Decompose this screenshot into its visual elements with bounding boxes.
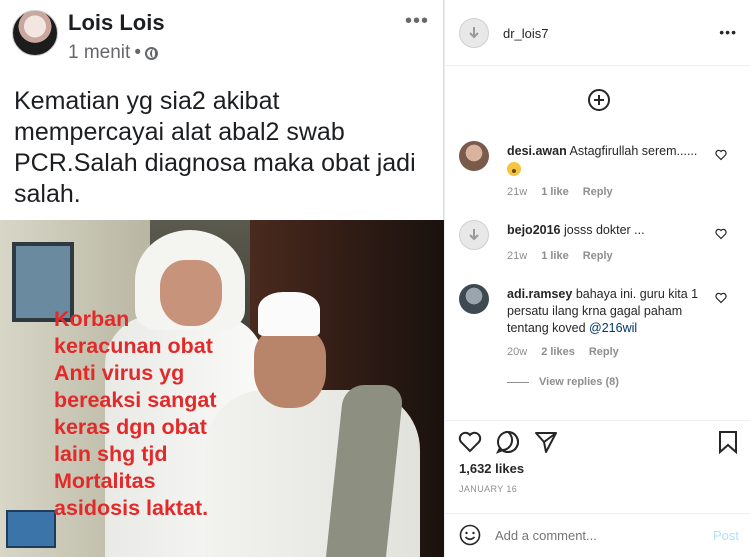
comment-text: bejo2016 josss dokter ... [507, 222, 712, 239]
emoji-smiley-icon[interactable] [459, 524, 481, 546]
download-arrow-icon [469, 27, 479, 39]
facebook-post: Lois Lois 1 menit • ••• Kematian yg sia2… [0, 0, 444, 557]
astonished-emoji-icon [507, 161, 521, 176]
likes-count[interactable]: 1,632 likes [459, 461, 524, 476]
load-more-comments-icon[interactable] [588, 89, 610, 111]
save-bookmark-icon[interactable] [715, 429, 741, 455]
meta-separator: • [134, 42, 141, 63]
like-comment-heart-icon[interactable] [715, 292, 727, 304]
photo-board [6, 510, 56, 548]
comment-text: desi.awan Astagfirullah serem...... [507, 143, 712, 177]
comment-age[interactable]: 21w [507, 250, 527, 262]
overlay-line: lain shg tjd [54, 442, 168, 466]
comment-age[interactable]: 21w [507, 186, 527, 198]
post-header: Lois Lois 1 menit • ••• [12, 6, 437, 66]
commenter-name[interactable]: adi.ramsey [507, 287, 572, 301]
commenter-avatar[interactable] [459, 220, 489, 250]
instagram-panel: dr_lois7 ••• desi.awan Astagfirullah ser… [444, 0, 750, 557]
ig-user-avatar[interactable] [459, 18, 489, 48]
comment-bubble-icon[interactable] [495, 429, 521, 455]
comment-meta: 20w 2 likes Reply [507, 346, 619, 358]
post-date: JANUARY 16 [459, 484, 518, 494]
like-heart-icon[interactable] [457, 429, 483, 455]
ig-actions-section: 1,632 likes JANUARY 16 Post [445, 420, 750, 557]
reply-button[interactable]: Reply [589, 346, 619, 358]
download-arrow-icon [469, 229, 479, 241]
commenter-avatar[interactable] [459, 284, 489, 314]
comment-likes[interactable]: 1 like [541, 186, 569, 198]
reply-button[interactable]: Reply [583, 250, 613, 262]
mention-link[interactable]: @216wil [589, 321, 637, 335]
commenter-avatar[interactable] [459, 141, 489, 171]
reply-button[interactable]: Reply [583, 186, 613, 198]
comment-meta: 21w 1 like Reply [507, 250, 613, 262]
ig-header: dr_lois7 ••• [445, 0, 750, 66]
comment-likes[interactable]: 1 like [541, 250, 569, 262]
overlay-line: asidosis laktat. [54, 496, 209, 520]
comment-body: josss dokter ... [564, 223, 645, 237]
add-comment-input[interactable] [495, 528, 695, 543]
post-text: Kematian yg sia2 akibat mempercayai alat… [14, 87, 416, 208]
more-options-icon[interactable]: ••• [405, 10, 429, 33]
comment-likes[interactable]: 2 likes [541, 346, 575, 358]
comment-item: bejo2016 josss dokter ... 21w 1 like Rep… [459, 220, 749, 270]
overlay-line: keracunan obat [54, 334, 213, 358]
overlay-line: bereaksi sangat [54, 388, 217, 412]
comment-item: desi.awan Astagfirullah serem...... 21w … [459, 141, 749, 201]
like-comment-heart-icon[interactable] [715, 228, 727, 240]
view-replies-button[interactable]: View replies (8) [507, 376, 619, 388]
overlay-line: Anti virus yg [54, 361, 185, 385]
image-overlay-text: Korban keracunan obat Anti virus yg bere… [54, 306, 314, 522]
comment-age[interactable]: 20w [507, 346, 527, 358]
comment-meta: 21w 1 like Reply [507, 186, 613, 198]
overlay-line: Mortalitas [54, 469, 156, 493]
post-comment-button[interactable]: Post [713, 528, 739, 543]
ig-more-icon[interactable]: ••• [719, 24, 737, 40]
view-replies-label: View replies (8) [539, 376, 619, 388]
author-name[interactable]: Lois Lois [68, 10, 165, 36]
comment-text: adi.ramsey bahaya ini. guru kita 1 persa… [507, 286, 712, 337]
overlay-line: keras dgn obat [54, 415, 207, 439]
like-comment-heart-icon[interactable] [715, 149, 727, 161]
author-avatar[interactable] [12, 10, 58, 56]
commenter-name[interactable]: desi.awan [507, 144, 567, 158]
replies-divider [507, 381, 529, 383]
comment-item: adi.ramsey bahaya ini. guru kita 1 persa… [459, 284, 749, 364]
commenter-name[interactable]: bejo2016 [507, 223, 561, 237]
post-meta: 1 menit • [68, 42, 158, 64]
overlay-line: Korban [54, 307, 130, 331]
ig-username[interactable]: dr_lois7 [503, 26, 549, 41]
add-comment-row: Post [445, 513, 750, 557]
globe-icon [144, 46, 158, 60]
comment-body: Astagfirullah serem...... [569, 144, 698, 158]
post-photo[interactable]: Korban keracunan obat Anti virus yg bere… [0, 220, 444, 557]
share-direct-icon[interactable] [533, 429, 559, 455]
post-time[interactable]: 1 menit [68, 42, 130, 64]
